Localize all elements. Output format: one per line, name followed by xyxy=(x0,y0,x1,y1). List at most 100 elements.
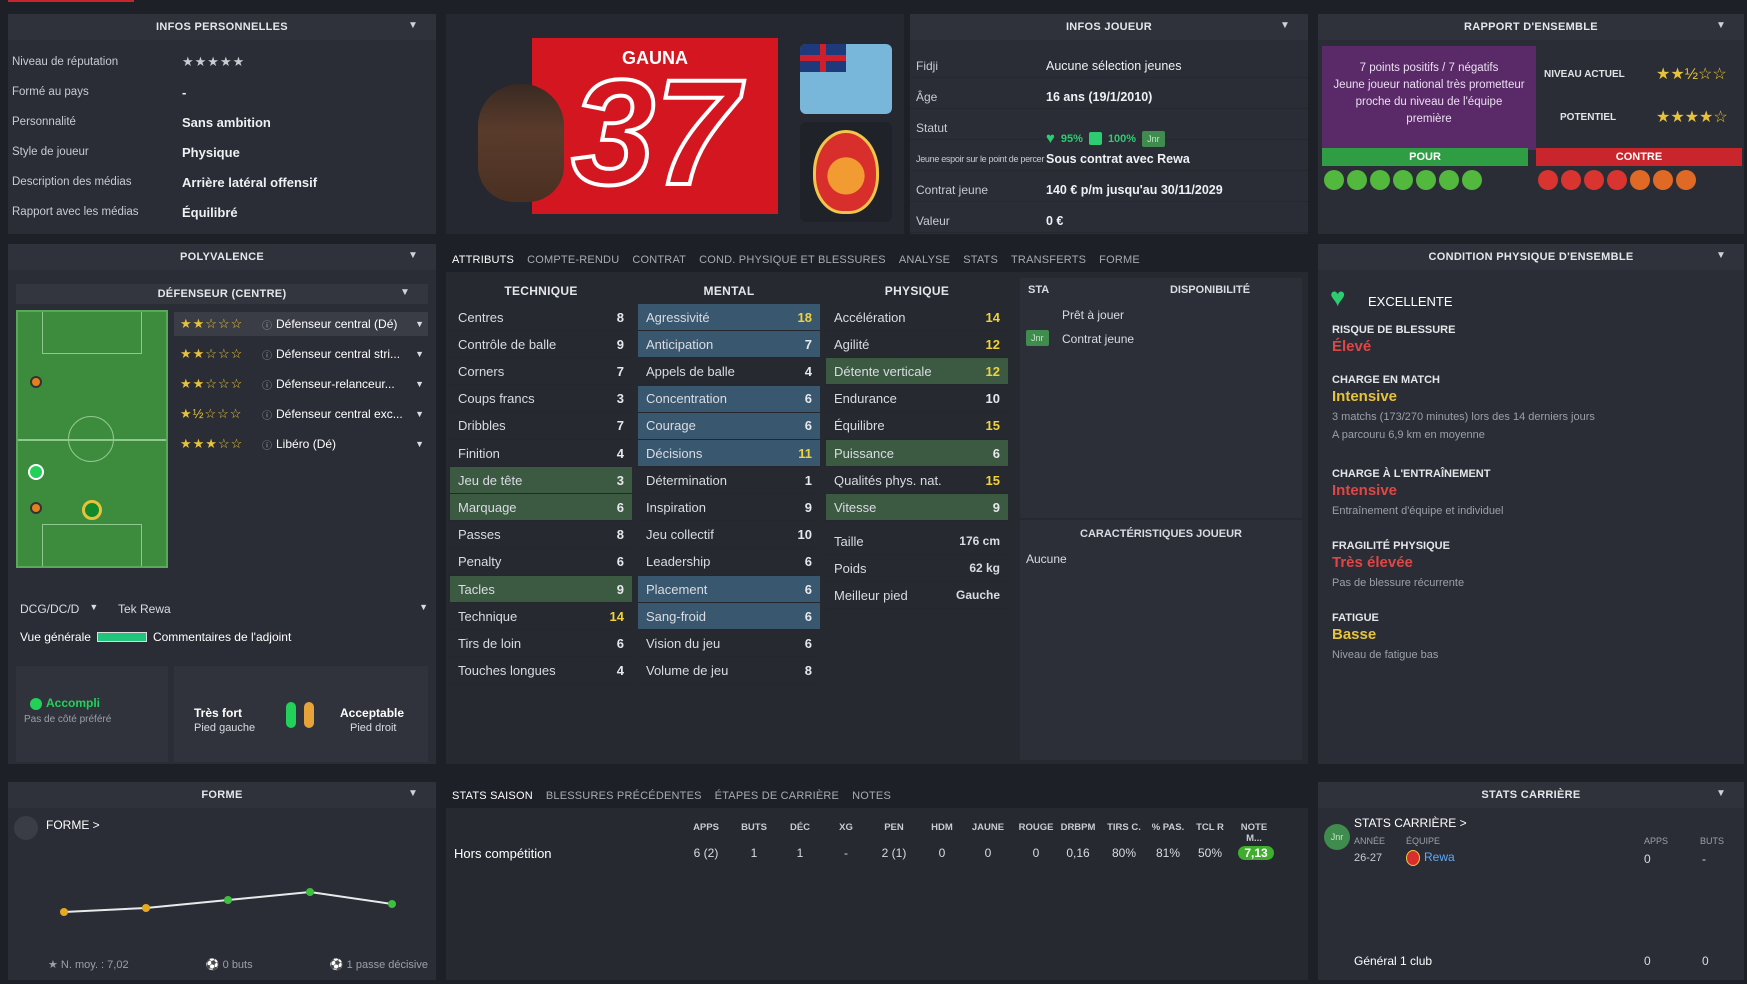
chevron-down-icon[interactable]: ▼ xyxy=(408,788,422,802)
chevron-down-icon[interactable]: ▼ xyxy=(1716,788,1730,802)
attribute-row[interactable]: Penalty 6 xyxy=(450,549,632,576)
attribute-row[interactable]: Qualités phys. nat. 15 xyxy=(826,467,1008,495)
form-point[interactable] xyxy=(142,904,150,912)
nation-flag[interactable] xyxy=(800,44,892,114)
attribute-row[interactable]: Tirs de loin 6 xyxy=(450,630,632,658)
attribute-row[interactable]: Vitesse 9 xyxy=(826,494,1008,522)
season-header[interactable]: % PAS. xyxy=(1146,822,1190,833)
pro-trait-icon[interactable] xyxy=(1462,170,1482,190)
con-trait-icon[interactable] xyxy=(1676,170,1696,190)
attribute-row[interactable]: Corners 7 xyxy=(450,358,632,386)
tab-3[interactable]: COND. PHYSIQUE ET BLESSURES xyxy=(699,254,886,266)
attribute-row[interactable]: Détermination 1 xyxy=(638,467,820,495)
role-row[interactable]: ★★☆☆☆ ⓘ Défenseur central stri... ▼ xyxy=(174,342,428,366)
pro-trait-icon[interactable] xyxy=(1347,170,1367,190)
role-row[interactable]: ★★☆☆☆ ⓘ Défenseur-relanceur... ▼ xyxy=(174,372,428,396)
chevron-down-icon[interactable]: ▼ xyxy=(415,319,424,329)
attribute-row[interactable]: Agilité 12 xyxy=(826,331,1008,359)
position-marker[interactable] xyxy=(28,464,44,480)
tab-1[interactable]: COMPTE-RENDU xyxy=(527,254,619,266)
versatility-header[interactable]: POLYVALENCE ▼ xyxy=(8,244,436,270)
chevron-down-icon[interactable]: ▼ xyxy=(1716,250,1730,264)
pitch[interactable] xyxy=(16,310,168,568)
attribute-row[interactable]: Puissance 6 xyxy=(826,440,1008,467)
tab-0[interactable]: ATTRIBUTS xyxy=(452,254,514,266)
role-row[interactable]: ★½☆☆☆ ⓘ Défenseur central exc... ▼ xyxy=(174,402,428,426)
role-row[interactable]: ★★☆☆☆ ⓘ Défenseur central (Dé) ▼ xyxy=(174,312,428,336)
season-header[interactable]: DRBPM xyxy=(1056,822,1100,833)
attribute-row[interactable]: Courage 6 xyxy=(638,412,820,440)
season-tab-1[interactable]: BLESSURES PRÉCÉDENTES xyxy=(546,790,702,802)
con-trait-icon[interactable] xyxy=(1630,170,1650,190)
attribute-row[interactable]: Dribbles 7 xyxy=(450,413,632,440)
tab-2[interactable]: CONTRAT xyxy=(632,254,686,266)
info-icon[interactable]: ⓘ xyxy=(262,347,272,362)
season-tab-0[interactable]: STATS SAISON xyxy=(452,790,533,802)
attribute-row[interactable]: Technique 14 xyxy=(450,603,632,631)
chevron-down-icon[interactable]: ▼ xyxy=(415,379,424,389)
pro-trait-icon[interactable] xyxy=(1439,170,1459,190)
form-header[interactable]: FORME ▼ xyxy=(8,782,436,808)
career-team[interactable]: Rewa xyxy=(1424,850,1455,864)
player-info-header[interactable]: INFOS JOUEUR ▼ xyxy=(910,14,1308,40)
attribute-row[interactable]: Inspiration 9 xyxy=(638,494,820,522)
con-trait-icon[interactable] xyxy=(1607,170,1627,190)
position-marker[interactable] xyxy=(30,502,42,514)
attribute-row[interactable]: Passes 8 xyxy=(450,522,632,549)
pro-trait-icon[interactable] xyxy=(1324,170,1344,190)
attribute-row[interactable]: Sang-froid 6 xyxy=(638,603,820,631)
form-point[interactable] xyxy=(388,900,396,908)
chevron-down-icon[interactable]: ▼ xyxy=(415,409,424,419)
position-header[interactable]: DÉFENSEUR (CENTRE) ▼ xyxy=(16,284,428,304)
con-trait-icon[interactable] xyxy=(1584,170,1604,190)
tab-5[interactable]: STATS xyxy=(963,254,998,266)
overview-header[interactable]: RAPPORT D'ENSEMBLE ▼ xyxy=(1318,14,1744,40)
con-trait-icon[interactable] xyxy=(1561,170,1581,190)
season-header[interactable]: TIRS C. xyxy=(1102,822,1146,833)
attribute-row[interactable]: Touches longues 4 xyxy=(450,658,632,685)
chevron-down-icon[interactable]: ▼ xyxy=(408,20,422,34)
con-trait-icon[interactable] xyxy=(1653,170,1673,190)
pro-trait-icon[interactable] xyxy=(1370,170,1390,190)
career-link[interactable]: STATS CARRIÈRE > xyxy=(1354,816,1467,830)
personal-info-header[interactable]: INFOS PERSONNELLES ▼ xyxy=(8,14,436,40)
season-header[interactable]: PEN xyxy=(872,822,916,833)
career-header[interactable]: STATS CARRIÈRE ▼ xyxy=(1318,782,1744,808)
role-row[interactable]: ★★★☆☆ ⓘ Libéro (Dé) ▼ xyxy=(174,432,428,456)
position-marker[interactable] xyxy=(30,376,42,388)
attribute-row[interactable]: Marquage 6 xyxy=(450,494,632,522)
con-trait-icon[interactable] xyxy=(1538,170,1558,190)
season-header[interactable]: APPS xyxy=(684,822,728,833)
attribute-row[interactable]: Concentration 6 xyxy=(638,385,820,413)
team-select[interactable]: Tek Rewa ▼ xyxy=(118,602,428,616)
info-icon[interactable]: ⓘ xyxy=(262,407,272,422)
attribute-row[interactable]: Décisions 11 xyxy=(638,440,820,467)
attribute-row[interactable]: Vision du jeu 6 xyxy=(638,630,820,658)
attribute-row[interactable]: Jeu de tête 3 xyxy=(450,467,632,495)
attribute-row[interactable]: Tacles 9 xyxy=(450,576,632,603)
season-tab-3[interactable]: NOTES xyxy=(852,790,891,802)
chevron-down-icon[interactable]: ▼ xyxy=(415,439,424,449)
condition-header[interactable]: CONDITION PHYSIQUE D'ENSEMBLE ▼ xyxy=(1318,244,1744,270)
tab-7[interactable]: FORME xyxy=(1099,254,1140,266)
season-header[interactable]: HDM xyxy=(920,822,964,833)
season-header[interactable]: DÉC xyxy=(778,822,822,833)
form-link[interactable]: FORME > xyxy=(46,818,100,832)
chevron-down-icon[interactable]: ▼ xyxy=(415,349,424,359)
season-header[interactable]: JAUNE xyxy=(966,822,1010,833)
attribute-row[interactable]: Leadership 6 xyxy=(638,549,820,576)
attribute-row[interactable]: Jeu collectif 10 xyxy=(638,522,820,549)
attribute-row[interactable]: Coups francs 3 xyxy=(450,386,632,413)
attribute-row[interactable]: Accélération 14 xyxy=(826,304,1008,331)
chevron-down-icon[interactable]: ▼ xyxy=(1716,20,1730,34)
attribute-row[interactable]: Volume de jeu 8 xyxy=(638,658,820,685)
info-icon[interactable]: ⓘ xyxy=(262,437,272,452)
attribute-row[interactable]: Anticipation 7 xyxy=(638,331,820,359)
attribute-row[interactable]: Finition 4 xyxy=(450,440,632,467)
attribute-row[interactable]: Contrôle de balle 9 xyxy=(450,331,632,359)
season-header[interactable]: ROUGE xyxy=(1014,822,1058,833)
overview-toggle[interactable]: Vue générale Commentaires de l'adjoint xyxy=(20,630,291,644)
position-select[interactable]: DCG/DC/D ▼ xyxy=(20,602,98,616)
season-tab-2[interactable]: ÉTAPES DE CARRIÈRE xyxy=(715,790,839,802)
tab-6[interactable]: TRANSFERTS xyxy=(1011,254,1086,266)
